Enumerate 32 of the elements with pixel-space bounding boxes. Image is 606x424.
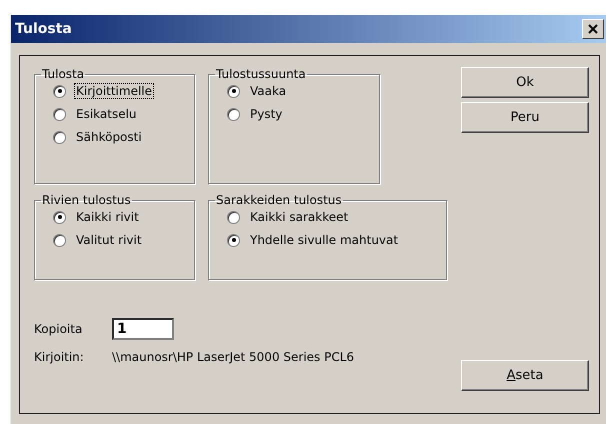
radio-label[interactable]: Valitut rivit xyxy=(74,232,144,248)
radio-button[interactable] xyxy=(227,210,240,224)
radio-button[interactable] xyxy=(53,108,66,120)
radio-button[interactable] xyxy=(227,234,240,246)
close-button[interactable] xyxy=(582,19,604,39)
printer-label: Kirjoitin: xyxy=(34,350,85,364)
group-title: Tulosta xyxy=(41,67,86,81)
setup-button[interactable]: Aseta xyxy=(461,360,589,391)
radio-button[interactable] xyxy=(227,108,240,120)
radio-label[interactable]: Esikatselu xyxy=(74,106,139,122)
close-icon xyxy=(588,24,598,34)
group-title: Sarakkeiden tulostus xyxy=(215,193,343,207)
copies-field[interactable]: 1 xyxy=(112,318,174,340)
radio-label[interactable]: Kirjoittimelle xyxy=(74,83,154,99)
radio-button[interactable] xyxy=(53,210,66,224)
radio-label[interactable]: Kaikki sarakkeet xyxy=(248,209,350,225)
group-title: Rivien tulostus xyxy=(41,193,132,207)
radio-label[interactable]: Sähköposti xyxy=(74,129,144,145)
radio-button[interactable] xyxy=(53,234,66,246)
radio-button[interactable] xyxy=(227,84,240,98)
group-title: Tulostussuunta xyxy=(215,67,307,81)
radio-label[interactable]: Pysty xyxy=(248,106,284,122)
dialog-button[interactable]: Ok xyxy=(461,67,589,98)
radio-button[interactable] xyxy=(53,84,66,98)
radio-label[interactable]: Yhdelle sivulle mahtuvat xyxy=(248,232,400,248)
radio-button[interactable] xyxy=(53,130,66,144)
dialog-button[interactable]: Peru xyxy=(461,102,589,133)
copies-label: Kopioita xyxy=(34,322,84,336)
printer-name: \\maunosr\HP LaserJet 5000 Series PCL6 xyxy=(112,350,354,364)
window-title: Tulosta xyxy=(15,21,72,37)
radio-label[interactable]: Vaaka xyxy=(248,83,288,99)
radio-label[interactable]: Kaikki rivit xyxy=(74,209,141,225)
